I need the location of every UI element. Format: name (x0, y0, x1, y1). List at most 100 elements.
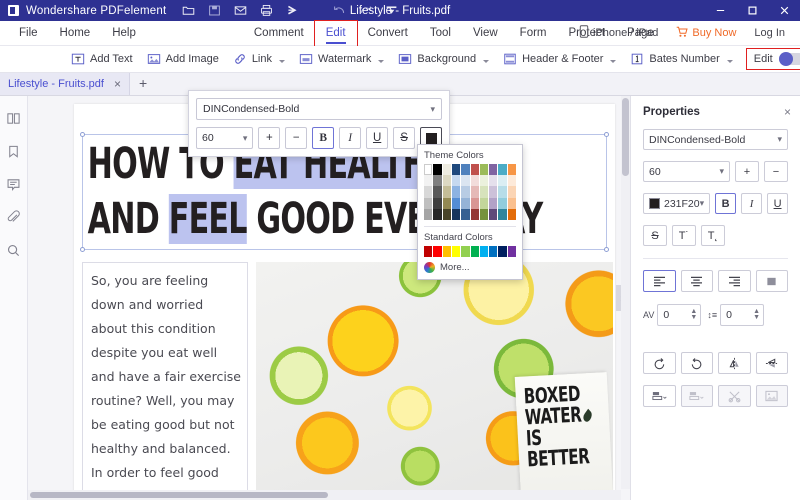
char-spacing-input[interactable]: 0 ▲ ▼ (657, 304, 702, 326)
color-swatch[interactable] (442, 208, 451, 221)
iphone-ipad-button[interactable]: iPhone / iPad (572, 25, 665, 41)
menu-item-home[interactable]: Home (49, 21, 102, 46)
tab-comment[interactable]: Comment (243, 21, 315, 46)
color-swatch[interactable] (470, 197, 479, 209)
decrease-font-button[interactable]: − (285, 127, 308, 149)
resize-handle-br[interactable] (604, 247, 609, 252)
new-tab-button[interactable]: + (130, 72, 156, 95)
background-button[interactable]: Background (391, 49, 496, 70)
color-swatch[interactable] (498, 186, 507, 198)
color-swatch[interactable] (442, 197, 451, 209)
color-swatch[interactable] (498, 246, 507, 258)
underline-button[interactable]: U (366, 127, 389, 149)
rotate-right-button[interactable] (680, 352, 713, 374)
close-icon[interactable]: × (784, 105, 791, 119)
color-swatch[interactable] (461, 208, 470, 221)
color-swatch[interactable] (461, 186, 470, 198)
customize-icon[interactable] (385, 4, 398, 17)
pdf-page[interactable]: HOW TO EAT HEALTHY AND FEEL GOOD EVERY D… (74, 104, 615, 499)
menu-item-help[interactable]: Help (101, 21, 147, 46)
tab-form[interactable]: Form (509, 21, 558, 46)
color-swatch[interactable] (498, 175, 507, 187)
bates-number-button[interactable]: Bates Number (623, 49, 739, 70)
comment-icon[interactable] (6, 176, 22, 192)
color-swatch[interactable] (470, 246, 479, 258)
color-swatch[interactable] (451, 175, 461, 187)
vertical-scroll-thumb[interactable] (622, 98, 629, 176)
color-swatch[interactable] (479, 197, 489, 209)
color-swatch[interactable] (433, 197, 442, 209)
color-swatch[interactable] (442, 175, 451, 187)
align-justify-button[interactable] (755, 270, 788, 292)
add-text-button[interactable]: Add Text (64, 49, 140, 70)
color-swatch[interactable] (424, 246, 433, 258)
color-swatch[interactable] (451, 246, 461, 258)
bold-button[interactable]: B (312, 127, 335, 149)
color-swatch[interactable] (424, 175, 433, 187)
font-family-select[interactable]: DINCondensed-Bold ▾ (643, 129, 788, 150)
save-icon[interactable] (208, 4, 221, 17)
color-swatch[interactable] (470, 186, 479, 198)
flip-horizontal-button[interactable] (755, 352, 788, 374)
color-swatch[interactable] (498, 208, 507, 221)
chevron-down-icon[interactable] (483, 59, 490, 63)
resize-handle-bl[interactable] (80, 247, 85, 252)
color-swatch[interactable] (479, 246, 489, 258)
color-swatch[interactable] (433, 164, 442, 176)
color-swatch[interactable] (424, 186, 433, 198)
color-swatch[interactable] (461, 246, 470, 258)
color-swatch[interactable] (507, 186, 516, 198)
vertical-scrollbar[interactable] (621, 96, 630, 489)
minimize-button[interactable] (704, 0, 736, 21)
mode-toggle-switch[interactable] (778, 52, 800, 66)
color-swatch[interactable] (479, 186, 489, 198)
tab-tool[interactable]: Tool (419, 21, 462, 46)
undo-icon[interactable] (333, 4, 346, 17)
color-swatch[interactable] (479, 175, 489, 187)
font-family-dropdown[interactable]: DINCondensed-Bold ▾ (196, 98, 442, 120)
color-swatch[interactable] (461, 197, 470, 209)
color-swatch[interactable] (442, 164, 451, 176)
add-image-button[interactable]: Add Image (140, 49, 226, 70)
color-swatch[interactable] (470, 208, 479, 221)
buy-now-button[interactable]: Buy Now (669, 26, 743, 41)
header-footer-button[interactable]: Header & Footer (496, 49, 623, 70)
citrus-photo[interactable]: BOXED WATER IS BETTER (256, 262, 613, 499)
close-icon[interactable]: × (114, 77, 121, 91)
strikethrough-button[interactable]: S (393, 127, 416, 149)
maximize-button[interactable] (736, 0, 768, 21)
stepper-arrows[interactable]: ▲ ▼ (753, 308, 760, 321)
resize-handle-tr[interactable] (604, 132, 609, 137)
color-swatch[interactable] (489, 164, 498, 176)
share-icon[interactable] (286, 4, 299, 17)
align-left-button[interactable] (643, 270, 676, 292)
color-swatch[interactable] (433, 246, 442, 258)
watermark-button[interactable]: Watermark (292, 49, 391, 70)
color-swatch[interactable] (498, 164, 507, 176)
color-swatch[interactable] (479, 208, 489, 221)
color-swatch[interactable] (507, 164, 516, 176)
color-swatch[interactable] (507, 208, 516, 221)
folder-icon[interactable] (182, 4, 195, 17)
align-center-button[interactable] (680, 270, 713, 292)
chevron-down-icon[interactable] (726, 59, 733, 63)
color-swatch[interactable] (489, 208, 498, 221)
flip-vertical-button[interactable] (718, 352, 751, 374)
color-swatch[interactable] (507, 197, 516, 209)
decrease-font-button[interactable]: − (764, 161, 788, 182)
log-in-button[interactable]: Log In (747, 27, 792, 39)
more-colors-button[interactable]: More... (424, 262, 516, 274)
tab-view[interactable]: View (462, 21, 509, 46)
close-button[interactable] (768, 0, 800, 21)
color-swatch[interactable] (442, 246, 451, 258)
font-size-dropdown[interactable]: 60 ▾ (196, 127, 254, 149)
color-swatch[interactable] (451, 186, 461, 198)
font-size-select[interactable]: 60 ▾ (643, 161, 730, 182)
color-swatch[interactable] (507, 175, 516, 187)
chevron-down-icon[interactable] (279, 59, 285, 63)
horizontal-scroll-thumb[interactable] (30, 492, 328, 498)
chevron-down-icon[interactable] (378, 59, 385, 63)
attachment-icon[interactable] (6, 209, 22, 225)
color-swatch[interactable] (507, 246, 516, 258)
color-swatch[interactable] (470, 175, 479, 187)
